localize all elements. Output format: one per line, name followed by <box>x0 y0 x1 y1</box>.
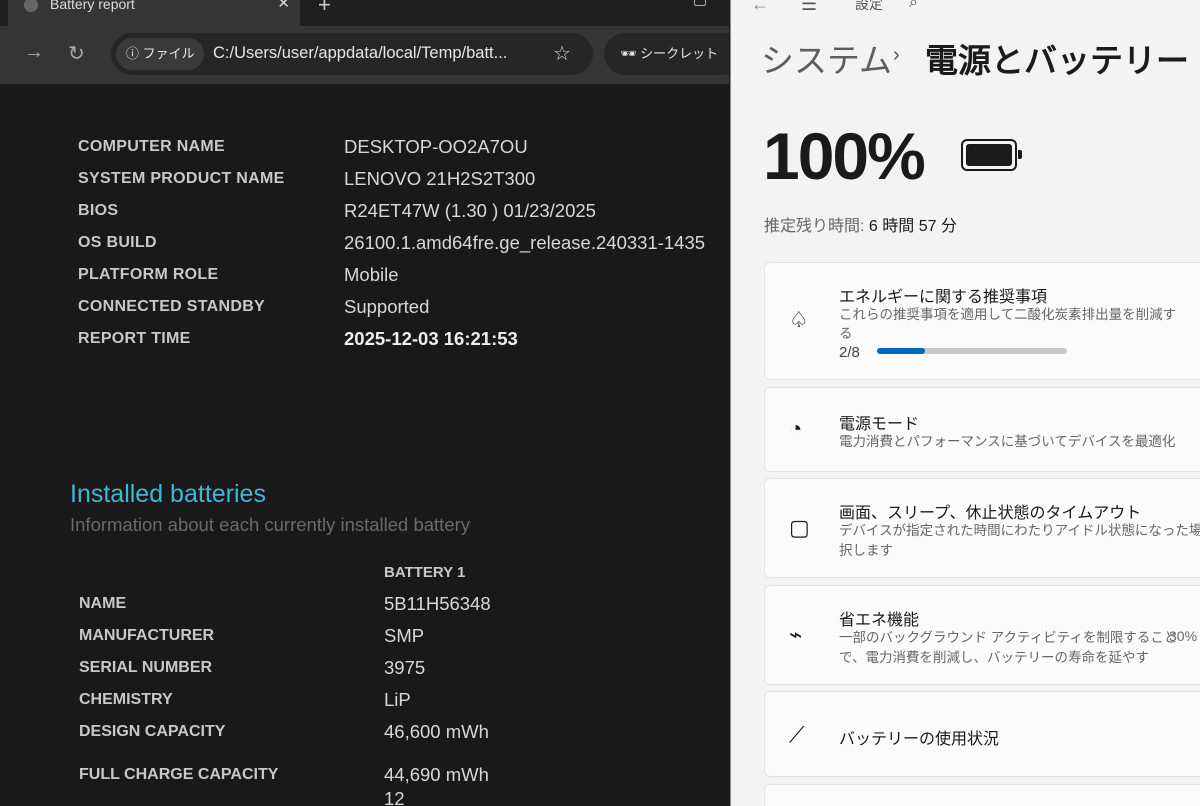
field-value: DESKTOP-OO2A7OU <box>344 136 528 157</box>
incognito-icon: 🕶 <box>620 46 641 61</box>
field-label: FULL CHARGE CAPACITY <box>79 766 279 783</box>
card-title: 画面、スリープ、休止状態のタイムアウト <box>839 505 1142 522</box>
card-energy-recommendations[interactable]: ♤ エネルギーに関する推奨事項 これらの推奨事項を適用して二酸化炭素排出量を削減… <box>764 262 1200 380</box>
card-title: 省エネ機能 <box>839 612 920 629</box>
address-bar[interactable]: ⓘ ファイル C:/Users/user/appdata/local/Temp/… <box>111 33 593 75</box>
site-info-chip[interactable]: ⓘ ファイル <box>116 38 204 70</box>
field-value: 5B11H56348 <box>384 593 491 614</box>
energy-saver-icon: ⌁ <box>789 622 803 647</box>
field-value: LENOVO 21H2S2T300 <box>344 168 536 189</box>
tab-title: Battery report <box>50 0 135 12</box>
installed-batteries-subtitle: Information about each currently install… <box>70 514 471 535</box>
field-label: CHEMISTRY <box>79 691 173 708</box>
tab-strip: Battery report ✕ + <box>0 0 729 26</box>
chart-line-icon: ⟋ <box>789 722 805 747</box>
info-icon: ⓘ <box>126 46 143 61</box>
field-label: OS BUILD <box>78 234 157 251</box>
field-label: COMPUTER NAME <box>78 138 226 155</box>
bookmark-star-icon[interactable]: ☆ <box>553 41 571 66</box>
cut-off-value: 12 <box>384 788 405 806</box>
field-label: MANUFACTURER <box>79 627 215 644</box>
remaining-label: 推定残り時間: <box>764 218 865 235</box>
card-subtitle-line2: 択します <box>839 543 893 558</box>
app-title: 設定 <box>855 0 883 12</box>
file-label: ファイル <box>142 46 195 61</box>
incognito-label: シークレット <box>640 46 719 61</box>
card-subtitle-line2: で、電力消費を削減し、バッテリーの寿命を延やす <box>839 650 1149 665</box>
field-label: BIOS <box>78 202 119 219</box>
forward-icon[interactable]: → <box>24 41 44 64</box>
card-subtitle: 一部のバックグラウンド アクティビティを制限すること <box>839 630 1178 645</box>
battery-column-header: BATTERY 1 <box>384 564 466 581</box>
leaf-icon: ♤ <box>789 307 809 332</box>
field-value: R24ET47W (1.30 ) 01/23/2025 <box>344 200 596 221</box>
field-value: 44,690 mWh <box>384 764 489 785</box>
field-label: SYSTEM PRODUCT NAME <box>78 170 285 187</box>
field-value: 3975 <box>384 657 426 678</box>
new-tab-button[interactable]: + <box>318 0 331 18</box>
url-text[interactable]: C:/Users/user/appdata/local/Temp/batt... <box>213 44 507 63</box>
field-value: LiP <box>384 689 411 710</box>
browser-window: Battery report ✕ + → ↻ ⓘ ファイル C:/Users/u… <box>0 0 729 806</box>
card-subtitle: 電力消費とパフォーマンスに基づいてデバイスを最適化 <box>839 434 1176 449</box>
card-energy-saver[interactable]: ⌁ 省エネ機能 一部のバックグラウンド アクティビティを制限すること で、電力消… <box>764 585 1200 685</box>
screen-sleep-icon: ▢ <box>789 515 810 540</box>
battery-icon <box>961 139 1022 171</box>
page-title: 電源とバッテリー <box>925 42 1189 79</box>
card-subtitle: これらの推奨事項を適用して二酸化炭素排出量を削減する <box>839 307 1177 341</box>
menu-icon[interactable]: ☰ <box>801 0 817 15</box>
breadcrumb-system[interactable]: システム <box>761 34 892 82</box>
field-label: PLATFORM ROLE <box>78 266 219 283</box>
installed-batteries-heading: Installed batteries <box>70 480 266 508</box>
card-power-mode[interactable]: ◔ 電源モード 電力消費とパフォーマンスに基づいてデバイスを最適化 <box>764 387 1200 472</box>
search-icon[interactable]: ⌕ <box>909 0 918 12</box>
field-value: 2025-12-03 16:21:53 <box>344 328 518 349</box>
remaining-time: 推定残り時間: 6 時間 57 分 <box>764 212 957 236</box>
reload-icon[interactable]: ↻ <box>68 41 85 66</box>
card-battery-usage[interactable]: ⟋ バッテリーの使用状況 <box>764 691 1200 777</box>
field-label: CONNECTED STANDBY <box>78 298 266 315</box>
field-value: Mobile <box>344 264 399 285</box>
breadcrumb-chevron-icon: › <box>893 44 900 66</box>
card-title: 電源モード <box>839 416 920 433</box>
field-value: SMP <box>384 625 425 646</box>
field-label: REPORT TIME <box>78 330 191 347</box>
card-screen-sleep[interactable]: ▢ 画面、スリープ、休止状態のタイムアウト デバイスが指定された時間にわたりアイ… <box>764 478 1200 578</box>
gauge-icon: ◔ <box>789 416 803 441</box>
back-icon[interactable]: ← <box>751 0 769 15</box>
card-title: バッテリーの使用状況 <box>839 731 1000 748</box>
incognito-button[interactable]: 🕶 シークレット <box>604 33 729 75</box>
field-value: 26100.1.amd64fre.ge_release.240331-1435 <box>344 232 706 253</box>
battery-percent: 100% <box>763 119 926 193</box>
field-label: DESIGN CAPACITY <box>79 723 226 740</box>
card-title: エネルギーに関する推奨事項 <box>839 289 1048 306</box>
energy-saver-threshold: 30% <box>1169 628 1198 644</box>
favicon-icon <box>24 0 38 12</box>
card-next[interactable] <box>764 784 1200 806</box>
field-value: 46,600 mWh <box>384 721 489 742</box>
close-tab-icon[interactable]: ✕ <box>277 0 290 12</box>
field-value: Supported <box>344 296 430 317</box>
remaining-value: 6 時間 57 分 <box>868 218 957 235</box>
settings-window: ← ☰ 設定 ⌕ システム › 電源とバッテリー 100% 推定残り時間: 6 … <box>730 0 1200 806</box>
recommendations-progress <box>877 348 1067 354</box>
field-label: SERIAL NUMBER <box>79 659 213 676</box>
browser-toolbar: → ↻ ⓘ ファイル C:/Users/user/appdata/local/T… <box>0 26 729 84</box>
card-subtitle: デバイスが指定された時間にわたりアイドル状態になった場合の <box>839 523 1200 538</box>
maximize-button[interactable] <box>694 0 706 6</box>
tab-battery-report[interactable]: Battery report ✕ <box>8 0 300 26</box>
field-label: NAME <box>79 595 127 612</box>
